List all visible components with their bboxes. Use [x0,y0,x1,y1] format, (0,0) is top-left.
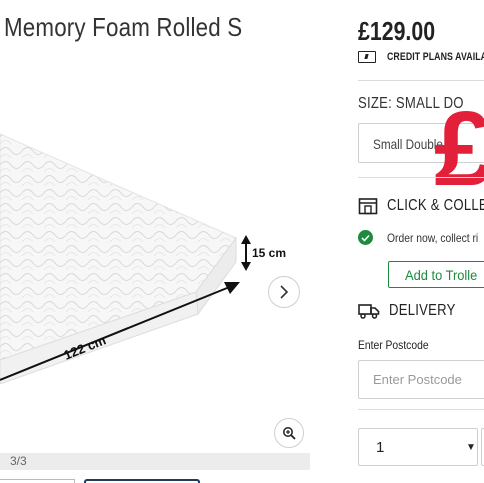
add-to-trolley-label: Add to Trolle [405,267,478,283]
product-gallery: Memory Foam Rolled S 15 cm 122 cm 3/3 [0,0,310,483]
pound-overlay-graphic: £ [434,90,484,208]
thumbnail-active[interactable] [84,479,200,483]
postcode-input[interactable] [358,360,484,399]
chevron-right-icon [280,285,289,299]
mattress-illustration: 15 cm 122 cm [0,133,286,385]
click-collect-header: CLICK & COLLEC [358,197,484,215]
divider [358,80,484,81]
price: £129.00 [358,16,436,46]
quantity-value: 1 [376,439,385,456]
product-image[interactable]: 15 cm 122 cm [0,60,310,460]
product-title: Memory Foam Rolled S [4,12,243,42]
depth-label: 15 cm [252,246,286,260]
quantity-select[interactable]: 1 ▼ [358,428,478,466]
add-to-trolley-button[interactable]: Add to Trolle [388,261,484,288]
credit-plans[interactable]: CREDIT PLANS AVAILA [358,51,484,63]
postcode-label: Enter Postcode [358,338,429,352]
purchase-panel: £129.00 CREDIT PLANS AVAILA SIZE: SMALL … [358,0,484,483]
credit-plans-label: CREDIT PLANS AVAILA [387,51,484,63]
image-counter: 3/3 [10,454,27,468]
divider [358,177,484,178]
chevron-down-icon: ▼ [466,442,476,453]
thumbnail-strip [0,479,310,483]
divider [358,409,484,410]
truck-icon [358,303,380,319]
thumbnail[interactable] [0,479,75,483]
next-image-button[interactable] [268,276,300,308]
image-counter-bar: 3/3 [0,453,310,470]
zoom-in-icon [283,427,296,440]
zoom-button[interactable] [274,418,304,448]
credit-card-icon [358,51,376,63]
collect-availability: Order now, collect ri [358,230,484,245]
order-collect-text: Order now, collect ri [387,230,479,245]
click-collect-title: CLICK & COLLEC [387,197,484,214]
delivery-header: DELIVERY [358,302,470,320]
delivery-title: DELIVERY [389,302,456,319]
check-circle-icon [358,230,373,245]
store-icon [358,197,378,215]
